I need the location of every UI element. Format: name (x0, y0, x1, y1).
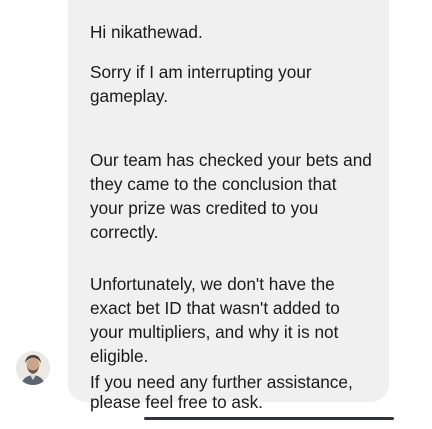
horizontal-scrollbar[interactable] (144, 412, 394, 426)
chat-area: Hi nikathewad. Sorry if I am interruptin… (0, 0, 432, 429)
message-paragraph-greeting: Hi nikathewad. (90, 22, 203, 42)
message-paragraph-closing: please feel free to ask. (90, 392, 263, 412)
agent-avatar-icon (16, 351, 50, 385)
message-bubble: Hi nikathewad. Sorry if I am interruptin… (68, 0, 389, 412)
message-paragraph-review: Our team has checked your bets and they … (90, 150, 372, 242)
message-paragraph-explanation: Unfortunately, we don't have the exact b… (90, 274, 340, 366)
message-paragraph-apology: Sorry if I am interrupting your gameplay… (90, 62, 312, 106)
scrollbar-thumb[interactable] (144, 417, 394, 420)
agent-avatar[interactable] (16, 351, 50, 385)
